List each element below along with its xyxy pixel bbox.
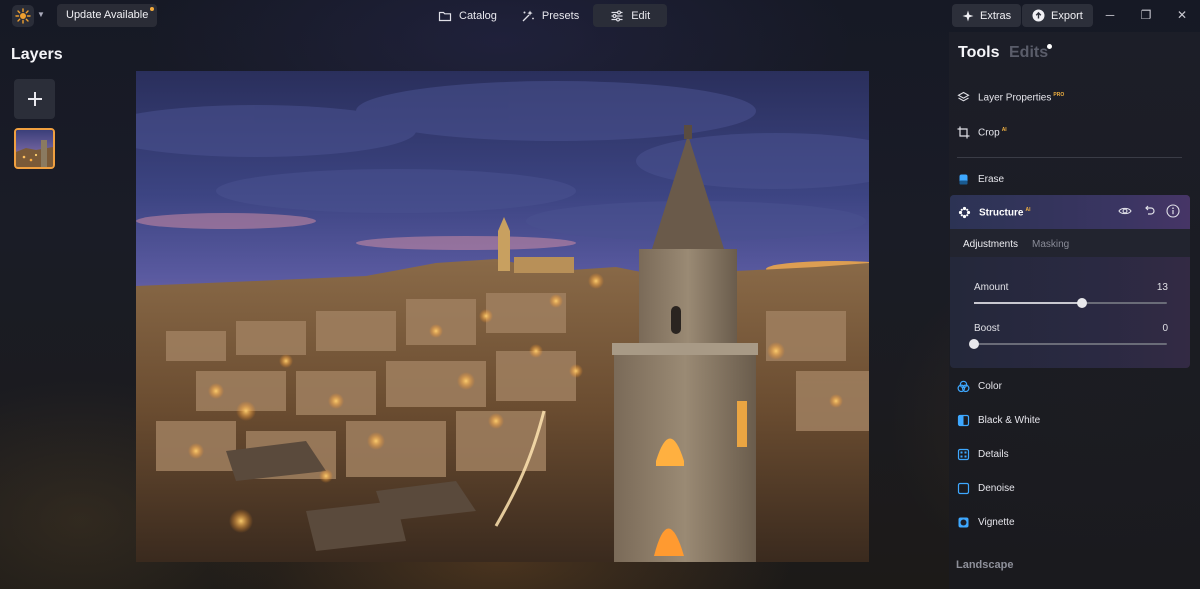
sparkle-star-icon <box>962 10 974 21</box>
add-layer-button[interactable] <box>14 79 55 119</box>
export-icon <box>1032 9 1045 22</box>
subtab-masking[interactable]: Masking <box>1032 239 1069 250</box>
eraser-icon <box>959 174 968 185</box>
color-icon <box>957 380 970 393</box>
close-icon[interactable]: ✕ <box>1174 8 1190 22</box>
layers-icon <box>957 91 970 102</box>
bw-icon <box>957 414 970 427</box>
subtab-adjustments[interactable]: Adjustments <box>963 239 1018 250</box>
restore-icon[interactable]: ❐ <box>1138 8 1154 22</box>
photo-canvas[interactable] <box>136 71 869 562</box>
chevron-down-icon[interactable]: ▼ <box>37 10 45 19</box>
main-nav: Catalog Presets Edit <box>428 4 668 27</box>
tab-tools[interactable]: Tools <box>958 44 999 62</box>
tool-erase-label: Erase <box>978 174 1005 185</box>
nav-edit[interactable]: Edit <box>593 4 668 27</box>
structure-icon <box>958 206 971 219</box>
tool-layer-properties[interactable]: Layer Properties PRO <box>957 91 1064 104</box>
ai-badge: AI <box>1025 206 1031 213</box>
tool-details-label: Details <box>978 449 1009 460</box>
nav-presets[interactable]: Presets <box>511 4 589 27</box>
boost-slider[interactable] <box>969 339 1167 349</box>
tool-vignette[interactable]: Vignette <box>957 516 1015 529</box>
tool-details[interactable]: Details <box>957 448 1009 461</box>
tab-edits[interactable]: Edits <box>1009 44 1048 62</box>
amount-slider[interactable] <box>974 298 1167 308</box>
tool-crop[interactable]: Crop AI <box>957 126 1007 139</box>
plus-icon <box>27 92 42 106</box>
sun-logo-icon <box>15 8 31 24</box>
section-landscape[interactable]: Landscape <box>956 559 1013 571</box>
boost-value: 0 <box>1162 323 1168 334</box>
extras-button[interactable]: Extras <box>952 4 1022 27</box>
denoise-icon <box>957 482 970 495</box>
nav-catalog[interactable]: Catalog <box>428 4 507 27</box>
amount-slider-fill <box>974 302 1083 304</box>
update-available-button[interactable]: Update Available <box>57 4 158 27</box>
app-menu-button[interactable] <box>12 5 34 27</box>
layer-thumbnail[interactable] <box>14 128 55 169</box>
tool-erase[interactable]: Erase <box>957 173 1004 186</box>
structure-tool-card: Structure AI Adjustments Masking Amount 1… <box>950 195 1190 368</box>
nav-catalog-label: Catalog <box>459 9 497 22</box>
vignette-icon <box>958 517 969 528</box>
tool-color[interactable]: Color <box>957 380 1002 393</box>
details-icon <box>957 448 970 461</box>
tools-panel: Tools Edits Layer Properties PRO Crop AI E… <box>949 32 1200 589</box>
minimize-icon[interactable]: ─ <box>1102 8 1118 22</box>
eye-icon[interactable] <box>1118 204 1132 218</box>
structure-label: Structure <box>979 207 1024 219</box>
undo-icon[interactable] <box>1142 204 1156 218</box>
update-label: Update Available <box>66 9 149 21</box>
tool-denoise[interactable]: Denoise <box>957 482 1015 495</box>
tool-layer-properties-label: Layer Properties <box>978 92 1052 104</box>
layers-title: Layers <box>11 46 63 63</box>
folder-icon <box>438 11 452 21</box>
structure-subtabs: Adjustments Masking <box>950 229 1190 257</box>
amount-slider-knob[interactable] <box>1077 298 1088 308</box>
notification-dot <box>150 7 155 11</box>
crop-icon <box>957 126 970 139</box>
extras-label: Extras <box>980 9 1012 22</box>
tool-black-white[interactable]: Black & White <box>957 414 1040 427</box>
edits-notification-dot <box>1047 44 1052 49</box>
divider <box>957 157 1182 158</box>
tool-crop-label: Crop <box>978 127 1000 139</box>
pro-badge: PRO <box>1053 91 1065 98</box>
tool-vignette-label: Vignette <box>978 517 1015 528</box>
tool-color-label: Color <box>978 381 1002 392</box>
info-icon[interactable] <box>1166 204 1180 218</box>
export-button[interactable]: Export <box>1022 4 1093 27</box>
amount-value: 13 <box>1156 282 1168 293</box>
sparkle-icon <box>522 10 534 21</box>
boost-label: Boost <box>974 323 1000 334</box>
layer-thumbnail-image <box>16 130 53 167</box>
amount-label: Amount <box>974 282 1009 293</box>
tool-denoise-label: Denoise <box>978 483 1015 494</box>
export-label: Export <box>1051 9 1083 22</box>
tool-black-white-label: Black & White <box>978 415 1041 426</box>
nav-presets-label: Presets <box>541 9 580 22</box>
structure-header[interactable]: Structure AI <box>950 195 1190 229</box>
top-bar: ▼ Update Available Catalog Presets Edit … <box>0 0 1200 32</box>
nav-edit-label: Edit <box>631 9 651 22</box>
sliders-icon <box>611 10 623 21</box>
edited-photo <box>136 71 869 562</box>
boost-slider-knob[interactable] <box>969 339 979 349</box>
ai-badge: AI <box>1001 126 1007 133</box>
